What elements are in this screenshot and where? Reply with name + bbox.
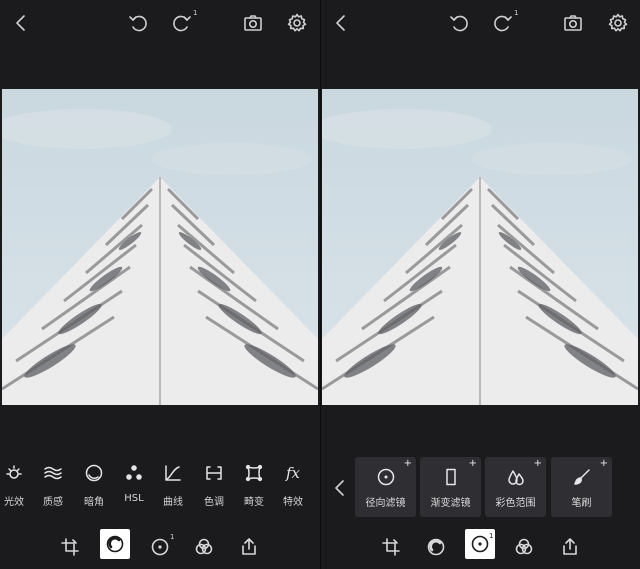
settings-icon[interactable]	[605, 10, 631, 36]
fx-icon: fx	[285, 464, 300, 482]
card-radial-filter[interactable]: + 径向滤镜	[355, 457, 416, 517]
app-screen: 1 光效 质感 暗角 HSL 曲线 色调 畸变 fx 特效 1 1 + 径向滤镜…	[0, 0, 640, 569]
crop-icon[interactable]	[54, 531, 86, 563]
collapse-arrow-icon[interactable]	[329, 475, 351, 501]
tool-label: 光效	[4, 497, 24, 508]
add-icon: +	[468, 458, 477, 469]
radial-filter-icon	[375, 466, 397, 488]
tool-label: 曲线	[163, 497, 183, 508]
card-label: 笔刷	[571, 498, 592, 509]
tool-split-tone[interactable]: 色调	[194, 456, 234, 512]
camera-icon[interactable]	[560, 10, 586, 36]
tool-label: 暗角	[84, 497, 104, 508]
tool-light[interactable]: 光效	[0, 456, 34, 512]
bottom-toolbar: 1	[321, 528, 640, 566]
card-gradient-filter[interactable]: + 渐变滤镜	[420, 457, 481, 517]
selective-badge: 1	[170, 533, 175, 541]
redo-icon[interactable]	[169, 10, 195, 36]
dots-icon	[123, 462, 145, 484]
undo-icon[interactable]	[446, 10, 472, 36]
add-icon: +	[599, 458, 608, 469]
tool-fx[interactable]: fx 特效	[273, 456, 313, 512]
selective-badge: 1	[489, 532, 494, 540]
tool-hsl[interactable]: HSL	[114, 456, 154, 512]
tool-vignette[interactable]: 暗角	[74, 456, 114, 512]
card-label: 径向滤镜	[365, 498, 406, 509]
top-toolbar: 1	[321, 0, 640, 46]
card-label: 彩色范围	[495, 498, 536, 509]
top-toolbar: 1	[0, 0, 320, 46]
adjust-tools-row: 光效 质感 暗角 HSL 曲线 色调 畸变 fx 特效	[0, 456, 320, 516]
share-icon[interactable]	[554, 531, 586, 563]
tool-label: 特效	[283, 497, 303, 508]
bottom-toolbar: 1	[0, 528, 320, 566]
brush-icon	[571, 466, 593, 488]
tool-label: HSL	[124, 493, 144, 504]
filters-icon[interactable]	[508, 531, 540, 563]
building-photo	[2, 89, 318, 405]
filters-icon[interactable]	[188, 531, 220, 563]
redo-badge: 1	[514, 9, 519, 17]
photo-canvas[interactable]	[2, 89, 318, 405]
tools-icon[interactable]	[420, 531, 452, 563]
left-panel: 1 光效 质感 暗角 HSL 曲线 色调 畸变 fx 特效 1	[0, 0, 320, 569]
split-tone-icon	[203, 462, 225, 484]
camera-icon[interactable]	[240, 10, 266, 36]
waves-icon	[42, 462, 64, 484]
building-photo	[322, 89, 638, 405]
tool-label: 质感	[43, 497, 63, 508]
gradient-filter-icon	[440, 466, 462, 488]
sun-icon	[3, 462, 25, 484]
photo-canvas[interactable]	[322, 89, 638, 405]
share-icon[interactable]	[233, 531, 265, 563]
add-icon: +	[533, 458, 542, 469]
redo-badge: 1	[193, 9, 198, 17]
tool-label: 畸变	[244, 497, 264, 508]
card-color-range[interactable]: + 彩色范围	[485, 457, 546, 517]
redo-icon[interactable]	[490, 10, 516, 36]
right-panel: 1 + 径向滤镜 + 渐变滤镜 + 彩色范围 + 笔刷 1	[320, 0, 640, 569]
tool-texture[interactable]: 质感	[33, 456, 73, 512]
back-icon[interactable]	[328, 10, 354, 36]
undo-icon[interactable]	[125, 10, 151, 36]
curve-icon	[162, 462, 184, 484]
card-label: 渐变滤镜	[430, 498, 471, 509]
tool-distortion[interactable]: 畸变	[234, 456, 274, 512]
tool-curves[interactable]: 曲线	[153, 456, 193, 512]
add-icon: +	[403, 458, 412, 469]
crop-icon[interactable]	[375, 531, 407, 563]
back-icon[interactable]	[8, 10, 34, 36]
distortion-icon	[243, 462, 265, 484]
card-brush[interactable]: + 笔刷	[551, 457, 612, 517]
vignette-icon	[83, 462, 105, 484]
settings-icon[interactable]	[284, 10, 310, 36]
color-range-icon	[505, 466, 527, 488]
tools-icon[interactable]	[100, 529, 130, 559]
tool-label: 色调	[204, 497, 224, 508]
